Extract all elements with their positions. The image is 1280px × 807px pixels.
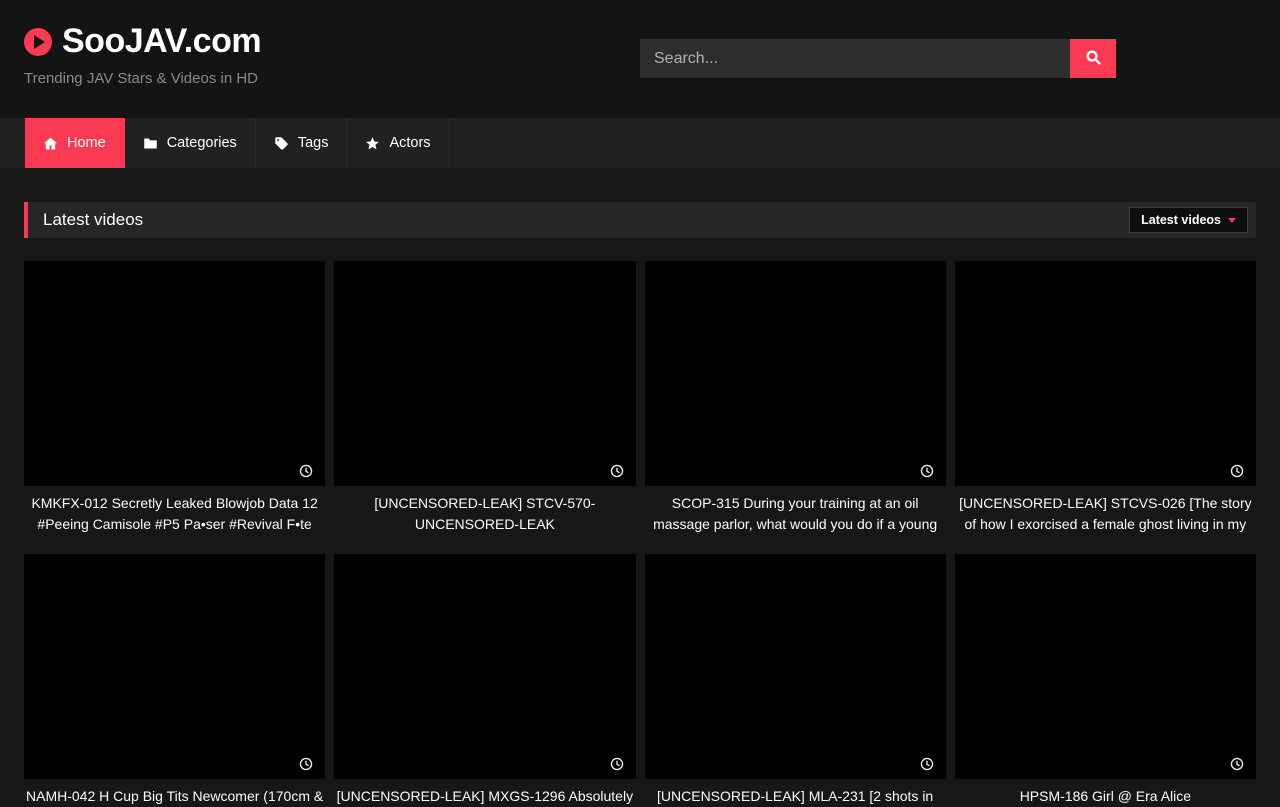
site-header: SooJAV.com Trending JAV Stars & Videos i… [0,0,1280,118]
video-card[interactable]: HPSM-186 Girl @ Era Alice [955,554,1256,807]
video-title[interactable]: [UNCENSORED-LEAK] STCV-570-UNCENSORED-LE… [334,493,635,534]
search-icon [1085,49,1102,69]
video-card[interactable]: [UNCENSORED-LEAK] MLA-231 [2 shots in [645,554,946,807]
play-circle-icon [24,28,52,56]
video-card[interactable]: [UNCENSORED-LEAK] MXGS-1296 Absolutely [334,554,635,807]
tag-icon [274,136,289,151]
search-button[interactable] [1070,39,1116,78]
clock-icon [1230,464,1244,478]
video-card[interactable]: KMKFX-012 Secretly Leaked Blowjob Data 1… [24,261,325,534]
video-thumbnail[interactable] [334,261,635,486]
nav-item-tags[interactable]: Tags [256,118,348,168]
nav-item-home[interactable]: Home [25,118,125,168]
nav-item-label: Tags [298,135,329,151]
search-box [640,39,1116,78]
video-thumbnail[interactable] [334,554,635,779]
nav-item-label: Home [67,135,106,151]
nav-item-actors[interactable]: Actors [347,118,449,168]
site-title[interactable]: SooJAV.com [62,22,261,61]
video-card[interactable]: [UNCENSORED-LEAK] STCV-570-UNCENSORED-LE… [334,261,635,534]
star-icon [365,136,380,151]
video-title[interactable]: [UNCENSORED-LEAK] STCVS-026 [The story o… [955,493,1256,534]
video-title[interactable]: SCOP-315 During your training at an oil … [645,493,946,534]
video-thumbnail[interactable] [24,554,325,779]
sort-dropdown-label: Latest videos [1141,213,1221,227]
video-card[interactable]: [UNCENSORED-LEAK] STCVS-026 [The story o… [955,261,1256,534]
video-thumbnail[interactable] [955,554,1256,779]
clock-icon [610,757,624,771]
folder-icon [143,136,158,151]
video-title[interactable]: [UNCENSORED-LEAK] MLA-231 [2 shots in [645,786,946,807]
sort-dropdown[interactable]: Latest videos [1129,207,1248,233]
clock-icon [920,757,934,771]
video-title[interactable]: KMKFX-012 Secretly Leaked Blowjob Data 1… [24,493,325,534]
search-input[interactable] [640,39,1070,78]
main-content: Latest videos Latest videos KMKFX-012 Se… [0,202,1280,807]
video-card[interactable]: SCOP-315 During your training at an oil … [645,261,946,534]
video-card[interactable]: NAMH-042 H Cup Big Tits Newcomer (170cm … [24,554,325,807]
clock-icon [920,464,934,478]
video-title[interactable]: NAMH-042 H Cup Big Tits Newcomer (170cm … [24,786,325,807]
video-thumbnail[interactable] [955,261,1256,486]
main-nav: Home Categories Tags Actors [0,118,1280,168]
section-header: Latest videos Latest videos [24,202,1256,238]
video-grid: KMKFX-012 Secretly Leaked Blowjob Data 1… [24,261,1256,807]
clock-icon [299,464,313,478]
video-title[interactable]: [UNCENSORED-LEAK] MXGS-1296 Absolutely [334,786,635,807]
video-title[interactable]: HPSM-186 Girl @ Era Alice [955,786,1256,807]
home-icon [43,136,58,151]
clock-icon [299,757,313,771]
video-thumbnail[interactable] [645,554,946,779]
chevron-down-icon [1228,218,1236,223]
video-thumbnail[interactable] [645,261,946,486]
nav-item-label: Actors [389,135,430,151]
section-title: Latest videos [28,210,1129,230]
video-thumbnail[interactable] [24,261,325,486]
clock-icon [1230,757,1244,771]
nav-item-categories[interactable]: Categories [125,118,256,168]
nav-item-label: Categories [167,135,237,151]
clock-icon [610,464,624,478]
